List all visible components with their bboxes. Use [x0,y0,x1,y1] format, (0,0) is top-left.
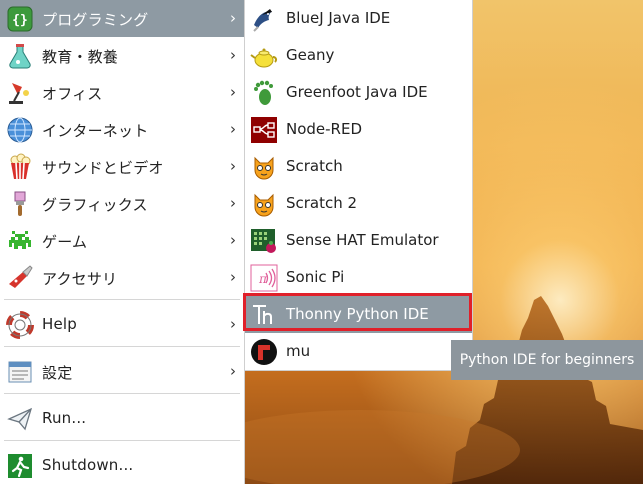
menu-item-accessories[interactable]: アクセサリ › [0,259,244,296]
submenu-item-label: Scratch [286,157,343,175]
menu-item-help[interactable]: Help › [0,306,244,343]
main-menu: {} プログラミング › 教育・教養 › オフィス › インターネット › サウ… [0,0,245,484]
submenu-item-label: Greenfoot Java IDE [286,83,428,101]
programming-submenu: BlueJ Java IDE Geany Greenfoot Java IDE … [245,0,473,371]
chevron-right-icon: › [230,9,236,27]
submenu-item-scratch[interactable]: Scratch [245,148,472,185]
sonic-pi-icon: π [248,262,279,293]
geany-teapot-icon [248,40,279,71]
shutdown-exit-icon [4,450,36,482]
menu-item-label: 設定 [42,364,73,382]
submenu-item-label: Node-RED [286,120,363,138]
chevron-right-icon: › [230,46,236,64]
submenu-item-label: mu [286,342,311,360]
internet-globe-icon [4,114,36,146]
menu-item-label: Run... [42,409,87,427]
submenu-item-geany[interactable]: Geany [245,37,472,74]
chevron-right-icon: › [230,194,236,212]
menu-item-label: オフィス [42,85,103,103]
submenu-item-label: Scratch 2 [286,194,358,212]
menu-item-label: プログラミング [42,11,149,29]
greenfoot-footprint-icon [248,77,279,108]
chevron-right-icon: › [230,83,236,101]
chevron-right-icon: › [230,315,236,333]
svg-text:{}: {} [12,13,28,28]
submenu-item-label: Thonny Python IDE [286,305,429,323]
menu-separator [4,440,240,441]
submenu-item-thonny[interactable]: Thonny Python IDE [245,296,472,333]
menu-item-label: ゲーム [42,233,88,251]
thonny-icon [248,299,279,330]
menu-item-label: Help [42,315,77,333]
game-invader-icon [4,225,36,257]
chevron-right-icon: › [230,120,236,138]
settings-icon [4,356,36,388]
scratch-cat-icon [248,151,279,182]
node-red-icon [248,114,279,145]
submenu-item-sonic-pi[interactable]: π Sonic Pi [245,259,472,296]
menu-item-label: 教育・教養 [42,48,119,66]
menu-item-label: サウンドとビデオ [42,159,164,177]
education-flask-icon [4,40,36,72]
submenu-item-mu[interactable]: mu [245,333,472,370]
menu-item-run[interactable]: Run... [0,400,244,437]
submenu-item-node-red[interactable]: Node-RED [245,111,472,148]
programming-icon: {} [4,3,36,35]
tooltip: Python IDE for beginners [451,340,643,380]
menu-item-internet[interactable]: インターネット › [0,111,244,148]
chevron-right-icon: › [230,268,236,286]
scratch2-cat-icon [248,188,279,219]
help-lifebuoy-icon [4,309,36,341]
submenu-item-label: Sense HAT Emulator [286,231,439,249]
menu-item-programming[interactable]: {} プログラミング › [0,0,244,37]
menu-item-office[interactable]: オフィス › [0,74,244,111]
menu-item-graphics[interactable]: グラフィックス › [0,185,244,222]
chevron-right-icon: › [230,231,236,249]
sound-video-popcorn-icon [4,151,36,183]
menu-item-sound-video[interactable]: サウンドとビデオ › [0,148,244,185]
menu-item-label: グラフィックス [42,196,148,214]
menu-item-label: Shutdown... [42,456,134,474]
submenu-item-label: Sonic Pi [286,268,345,286]
run-paperplane-icon [4,403,36,435]
menu-item-settings[interactable]: 設定 › [0,353,244,390]
accessories-knife-icon [4,262,36,294]
bluej-bird-icon [248,3,279,34]
mu-icon [248,336,279,367]
submenu-item-label: BlueJ Java IDE [286,9,391,27]
menu-item-games[interactable]: ゲーム › [0,222,244,259]
menu-item-label: インターネット [42,122,149,140]
chevron-right-icon: › [230,157,236,175]
submenu-item-sense-hat[interactable]: Sense HAT Emulator [245,222,472,259]
menu-item-shutdown[interactable]: Shutdown... [0,447,244,484]
menu-separator [4,299,240,300]
menu-separator [4,346,240,347]
submenu-item-greenfoot[interactable]: Greenfoot Java IDE [245,74,472,111]
submenu-item-bluej[interactable]: BlueJ Java IDE [245,0,472,37]
submenu-item-scratch2[interactable]: Scratch 2 [245,185,472,222]
menu-separator [4,393,240,394]
sense-hat-icon [248,225,279,256]
office-lamp-icon [4,77,36,109]
chevron-right-icon: › [230,362,236,380]
graphics-brush-icon [4,188,36,220]
menu-item-label: アクセサリ [42,270,118,288]
menu-item-education[interactable]: 教育・教養 › [0,37,244,74]
submenu-item-label: Geany [286,46,335,64]
